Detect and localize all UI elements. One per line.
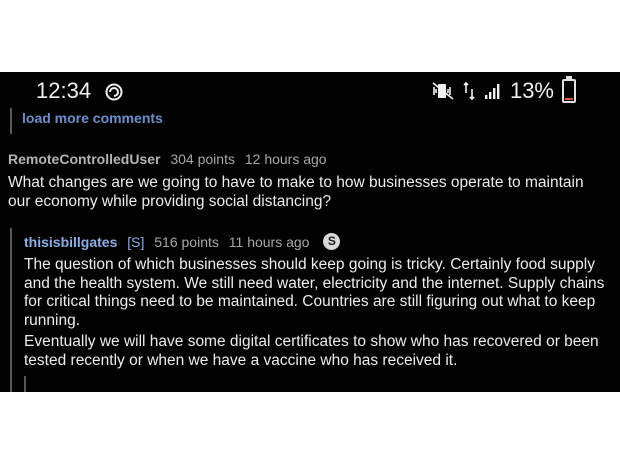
submitter-tag: [S]	[127, 234, 145, 250]
thread-line	[24, 376, 26, 392]
status-time: 12:34	[36, 78, 92, 103]
thread-line	[10, 228, 12, 392]
data-icon	[462, 81, 476, 101]
comment-body: What changes are we going to have to mak…	[8, 174, 584, 210]
reply-body-paragraph: Eventually we will have some digital cer…	[24, 333, 599, 369]
battery-icon	[562, 76, 576, 103]
load-more-comments-link[interactable]: load more comments	[22, 110, 163, 126]
verified-icon	[323, 233, 341, 250]
reply-body-paragraph: The question of which businesses should …	[24, 256, 605, 329]
reply-time: 11 hours ago	[228, 234, 310, 250]
app-screen: 12:34 13% load more comments RemoteContr…	[0, 72, 620, 392]
battery-percent: 13%	[509, 78, 554, 103]
comment-time: 12 hours ago	[244, 151, 327, 167]
comment-username[interactable]: RemoteControlledUser	[8, 151, 160, 167]
thread-line	[10, 108, 12, 134]
battery-fill	[565, 98, 573, 100]
status-icons: 13%	[432, 76, 576, 104]
sync-icon	[104, 82, 124, 107]
reply-meta: thisisbillgates [S] 516 points 11 hours …	[24, 233, 346, 250]
mute-vibrate-icon	[432, 82, 454, 100]
comment-meta: RemoteControlledUser 304 points 12 hours…	[8, 151, 333, 167]
reply-username[interactable]: thisisbillgates	[24, 234, 117, 250]
comment-points: 304 points	[170, 151, 235, 167]
reply-points: 516 points	[154, 234, 219, 250]
status-bar: 12:34 13%	[0, 72, 620, 108]
signal-icon	[484, 82, 502, 100]
